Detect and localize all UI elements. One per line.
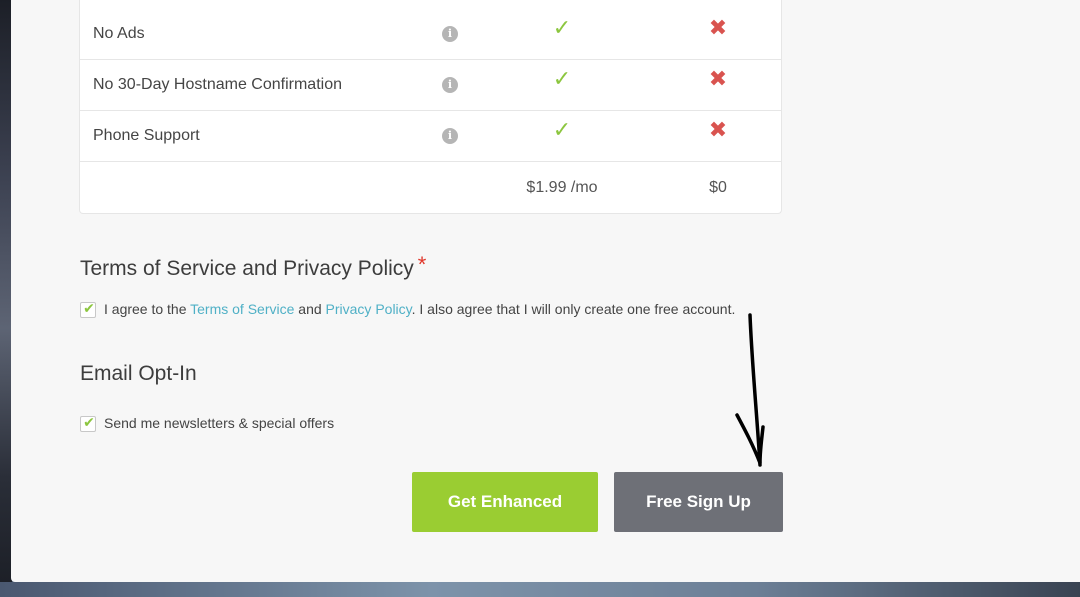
price-row: $1.99 /mo $0 [80, 162, 781, 213]
table-row: No 30-Day Hostname Confirmation i ✓ ✖ [80, 60, 781, 111]
cross-icon: ✖ [708, 118, 728, 143]
plan-comparison-table: No Ads i ✓ ✖ No 30-Day Hostname Confirma… [79, 0, 782, 214]
info-icon[interactable]: i [442, 77, 458, 93]
newsletter-checkbox[interactable]: ✔ [80, 415, 96, 432]
terms-section-title: Terms of Service and Privacy Policy * [80, 252, 427, 281]
info-icon[interactable]: i [442, 26, 458, 42]
terms-text-before: I agree to the [104, 301, 191, 317]
terms-text-after: . I also agree that I will only create o… [411, 301, 736, 317]
terms-title-text: Terms of Service and Privacy Policy [80, 257, 414, 280]
checkmark-icon: ✔ [83, 415, 95, 431]
enhanced-price: $1.99 /mo [526, 179, 598, 196]
cross-icon: ✖ [708, 16, 728, 41]
hand-drawn-arrow-icon [735, 313, 765, 467]
free-price: $0 [709, 179, 727, 196]
terms-of-service-link[interactable]: Terms of Service [190, 301, 294, 317]
feature-label: No Ads [93, 25, 145, 42]
terms-checkbox[interactable]: ✔ [80, 301, 96, 318]
cross-icon: ✖ [708, 67, 728, 92]
newsletter-checkbox-label: Send me newsletters & special offers [104, 415, 335, 431]
privacy-policy-link[interactable]: Privacy Policy [326, 301, 412, 317]
info-icon[interactable]: i [442, 128, 458, 144]
table-row: No Ads i ✓ ✖ [80, 9, 781, 60]
terms-checkbox-label: I agree to the Terms of Service and Priv… [104, 301, 735, 317]
terms-text-and: and [294, 301, 326, 317]
check-icon: ✓ [552, 16, 572, 41]
email-optin-title: Email Opt-In [80, 362, 197, 385]
desktop-background-bottom [0, 582, 1080, 597]
table-row: Phone Support i ✓ ✖ [80, 111, 781, 162]
feature-label: Phone Support [93, 127, 200, 144]
free-sign-up-button[interactable]: Free Sign Up [614, 472, 783, 532]
required-asterisk: * [417, 252, 427, 277]
feature-label: No 30-Day Hostname Confirmation [93, 76, 342, 93]
check-icon: ✓ [552, 118, 572, 143]
checkmark-icon: ✔ [83, 301, 95, 317]
get-enhanced-button[interactable]: Get Enhanced [412, 472, 598, 532]
check-icon: ✓ [552, 67, 572, 92]
